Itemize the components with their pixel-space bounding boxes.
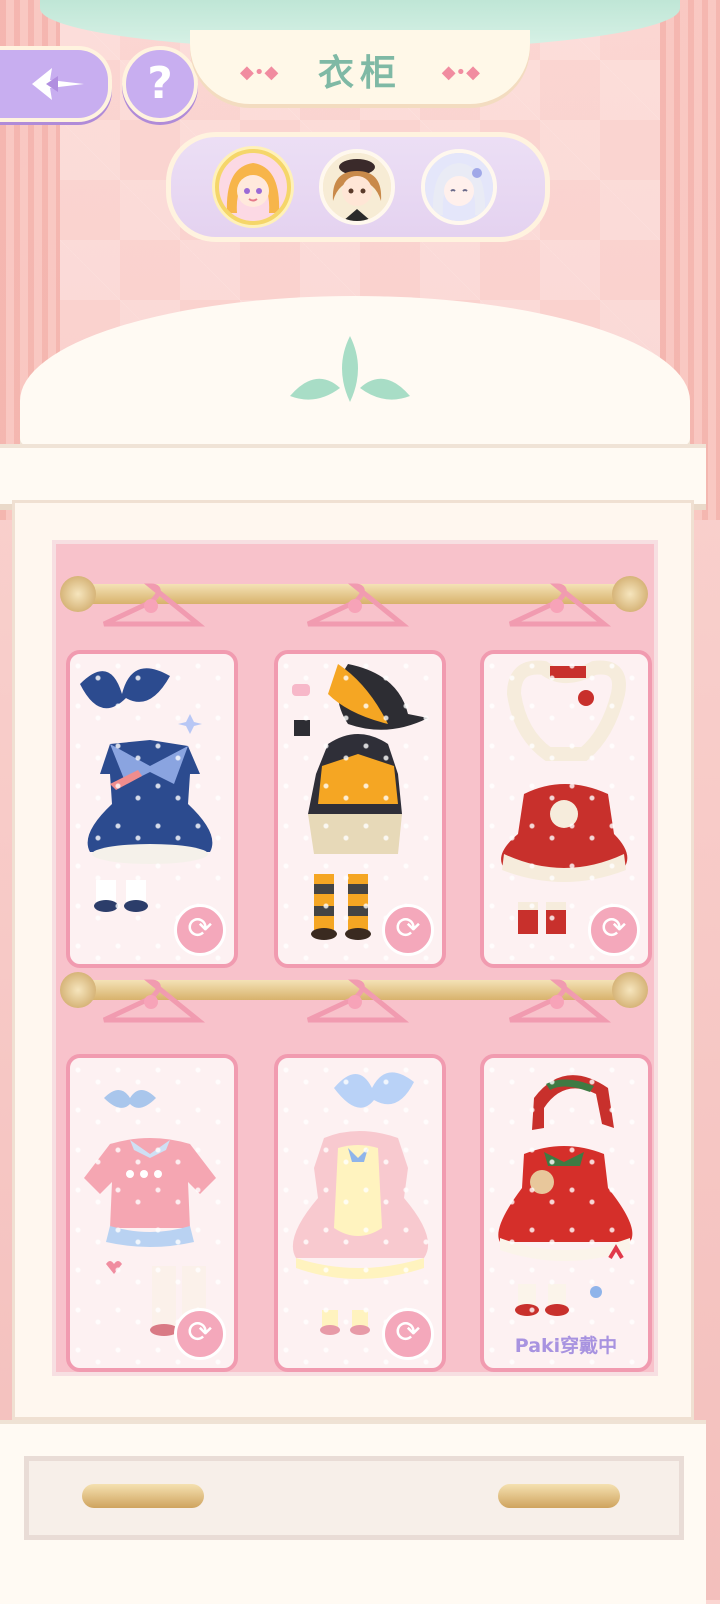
help-button[interactable]: ?: [122, 46, 198, 122]
swap-outfit-button[interactable]: ⟳: [174, 904, 226, 956]
hanger-icon: [306, 583, 410, 627]
hanger-icon: [102, 979, 206, 1023]
character-selector: [166, 132, 550, 242]
silver-hair-portrait-icon: [425, 153, 493, 221]
hanger-icon: [102, 583, 206, 627]
leaf-ornament-icon: [290, 336, 410, 402]
title-plate: ◆•◆ 衣柜 ◆•◆: [190, 30, 530, 104]
outfit-card-christmas-red-dress[interactable]: Paki穿戴中: [480, 1054, 652, 1372]
drawer-handle-left: [82, 1484, 204, 1508]
blonde-girl-portrait-icon: [219, 153, 287, 221]
brown-hair-portrait-icon: [323, 153, 391, 221]
swap-outfit-button[interactable]: ⟳: [382, 904, 434, 956]
hanger-icon: [508, 979, 612, 1023]
swap-outfit-button[interactable]: ⟳: [174, 1308, 226, 1360]
drawer-handle-right: [498, 1484, 620, 1508]
outfit-card-witch-halloween-dress[interactable]: ⟳: [274, 650, 446, 968]
swap-outfit-button[interactable]: ⟳: [382, 1308, 434, 1360]
outfit-card-red-bunny-winter-dress[interactable]: ⟳: [480, 650, 652, 968]
swap-outfit-button[interactable]: ⟳: [588, 904, 640, 956]
back-arrow-icon: [32, 68, 84, 100]
avatar-silver-hair-girl[interactable]: [421, 149, 497, 225]
outfit-card-navy-sailor-dress[interactable]: ⟳: [66, 650, 238, 968]
hanger-icon: [508, 583, 612, 627]
outfit-card-pink-sweater-outfit[interactable]: ⟳: [66, 1054, 238, 1372]
avatar-blonde-girl[interactable]: [215, 149, 291, 225]
wearing-status-label: Paki穿戴中: [514, 1335, 618, 1357]
diamond-deco-icon: ◆•◆: [441, 62, 480, 83]
hanger-icon: [306, 979, 410, 1023]
outfit-card-pink-apron-dress[interactable]: ⟳: [274, 1054, 446, 1372]
avatar-brown-hair-boy[interactable]: [319, 149, 395, 225]
back-button[interactable]: [0, 46, 112, 122]
